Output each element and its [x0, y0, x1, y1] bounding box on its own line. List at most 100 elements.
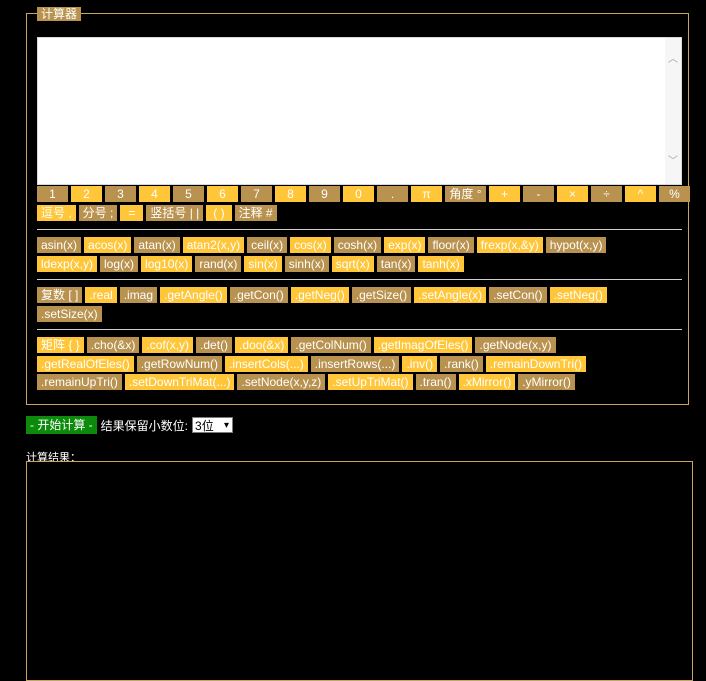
key-dot[interactable]: .	[377, 186, 408, 202]
complex-getcon[interactable]: .getCon()	[229, 287, 288, 303]
complex-imag[interactable]: .imag	[119, 287, 158, 303]
func-atan2[interactable]: atan2(x,y)	[182, 237, 245, 253]
scroll-up-icon[interactable]: ︿	[665, 52, 681, 68]
matrix-setnode[interactable]: .setNode(x,y,z)	[237, 374, 326, 390]
matrix-ymirror[interactable]: .yMirror()	[518, 374, 575, 390]
key-3[interactable]: 3	[105, 186, 136, 202]
decimals-value: 3位	[195, 419, 214, 433]
scrollbar[interactable]: ︿ ﹀	[665, 38, 681, 184]
key-1[interactable]: 1	[37, 186, 68, 202]
func-sinh[interactable]: sinh(x)	[284, 256, 329, 272]
matrix-setuptrimat[interactable]: .setUpTriMat()	[328, 374, 413, 390]
matrix-row-2: .getRealOfEles() .getRowNum() .insertCol…	[37, 356, 589, 372]
func-atan[interactable]: atan(x)	[134, 237, 180, 253]
func-hypot[interactable]: hypot(x,y)	[545, 237, 607, 253]
matrix-tran[interactable]: .tran()	[415, 374, 456, 390]
key-0[interactable]: 0	[343, 186, 374, 202]
key-2[interactable]: 2	[71, 186, 102, 202]
chevron-down-icon: ▾	[223, 420, 230, 431]
key-multiply[interactable]: ×	[557, 186, 588, 202]
key-degree[interactable]: 角度 °	[445, 186, 486, 202]
key-7[interactable]: 7	[241, 186, 272, 202]
key-equals[interactable]: =	[120, 205, 144, 221]
calculator-panel: 计算器 ︿ ﹀ 1 2 3 4 5 6 7 8 9 0 . π 角度 ° + -…	[26, 7, 690, 405]
key-8[interactable]: 8	[275, 186, 306, 202]
decimals-select[interactable]: 3位 ▾	[192, 417, 234, 433]
func-cosh[interactable]: cosh(x)	[333, 237, 382, 253]
result-output	[26, 461, 693, 681]
complex-getsize[interactable]: .getSize()	[351, 287, 412, 303]
key-plus[interactable]: +	[489, 186, 520, 202]
matrix-getrownum[interactable]: .getRowNum()	[136, 356, 223, 372]
matrix-insertcols[interactable]: .insertCols(...)	[225, 356, 308, 372]
key-5[interactable]: 5	[173, 186, 204, 202]
matrix-getrealofeles[interactable]: .getRealOfEles()	[37, 356, 134, 372]
func-sqrt[interactable]: sqrt(x)	[331, 256, 374, 272]
matrix-getnode[interactable]: .getNode(x,y)	[475, 337, 556, 353]
func-tan[interactable]: tan(x)	[376, 256, 416, 272]
key-divide[interactable]: ÷	[591, 186, 622, 202]
func-rand[interactable]: rand(x)	[195, 256, 242, 272]
functions-row-2: ldexp(x,y) log(x) log10(x) rand(x) sin(x…	[37, 256, 467, 272]
matrix-xmirror[interactable]: .xMirror()	[458, 374, 516, 390]
key-4[interactable]: 4	[139, 186, 170, 202]
complex-setsize[interactable]: .setSize(x)	[37, 306, 102, 322]
complex-row-2: .setSize(x)	[37, 306, 105, 322]
matrix-setdowntrimat[interactable]: .setDownTriMat(...)	[124, 374, 235, 390]
matrix-cof[interactable]: .cof(x,y)	[142, 337, 194, 353]
key-6[interactable]: 6	[207, 186, 238, 202]
matrix-remainuptri[interactable]: .remainUpTri()	[37, 374, 122, 390]
func-floor[interactable]: floor(x)	[428, 237, 474, 253]
matrix-inv[interactable]: .inv()	[402, 356, 438, 372]
matrix-row-3: .remainUpTri() .setDownTriMat(...) .setN…	[37, 374, 578, 390]
matrix-insertrows[interactable]: .insertRows(...)	[310, 356, 400, 372]
key-power[interactable]: ^	[625, 186, 656, 202]
func-exp[interactable]: exp(x)	[384, 237, 426, 253]
functions-row-1: asin(x) acos(x) atan(x) atan2(x,y) ceil(…	[37, 237, 609, 253]
key-minus[interactable]: -	[523, 186, 554, 202]
key-comma[interactable]: 逗号 ,	[37, 205, 76, 221]
matrix-rank[interactable]: .rank()	[440, 356, 483, 372]
func-sin[interactable]: sin(x)	[244, 256, 282, 272]
func-frexp[interactable]: frexp(x,&y)	[476, 237, 543, 253]
func-tanh[interactable]: tanh(x)	[418, 256, 464, 272]
matrix-getcolnum[interactable]: .getColNum()	[291, 337, 371, 353]
divider	[37, 229, 682, 230]
complex-getangle[interactable]: .getAngle()	[160, 287, 227, 303]
matrix-cho[interactable]: .cho(&x)	[86, 337, 140, 353]
matrix-det[interactable]: .det()	[196, 337, 233, 353]
controls-bar: - 开始计算 - 结果保留小数位: 3位 ▾	[26, 416, 234, 434]
key-parens[interactable]: ( )	[206, 205, 232, 221]
matrix-doo[interactable]: .doo(&x)	[235, 337, 289, 353]
divider	[37, 329, 682, 330]
complex-label[interactable]: 复数 [ ]	[37, 287, 83, 303]
complex-setneg[interactable]: .setNeg()	[549, 287, 607, 303]
func-log10[interactable]: log10(x)	[141, 256, 193, 272]
start-calculate-button[interactable]: - 开始计算 -	[26, 416, 97, 434]
key-abs-bars[interactable]: 竖括号 | |	[146, 205, 204, 221]
decimals-label: 结果保留小数位:	[100, 418, 189, 433]
complex-row-1: 复数 [ ] .real .imag .getAngle() .getCon()…	[37, 287, 610, 303]
func-ceil[interactable]: ceil(x)	[247, 237, 288, 253]
complex-setangle[interactable]: .setAngle(x)	[414, 287, 487, 303]
func-acos[interactable]: acos(x)	[84, 237, 132, 253]
key-semicolon[interactable]: 分号 ;	[78, 205, 118, 221]
complex-real[interactable]: .real	[85, 287, 117, 303]
func-ldexp[interactable]: ldexp(x,y)	[37, 256, 98, 272]
scroll-down-icon[interactable]: ﹀	[665, 154, 681, 170]
keypad-row-1: 1 2 3 4 5 6 7 8 9 0 . π 角度 ° + - × ÷ ^ %	[37, 186, 693, 202]
matrix-getimagofeles[interactable]: .getImagOfEles()	[373, 337, 473, 353]
matrix-remaindowntri[interactable]: .remainDownTri()	[485, 356, 587, 372]
func-asin[interactable]: asin(x)	[37, 237, 82, 253]
key-pi[interactable]: π	[411, 186, 442, 202]
func-cos[interactable]: cos(x)	[290, 237, 331, 253]
complex-setcon[interactable]: .setCon()	[489, 287, 547, 303]
keypad-row-2: 逗号 , 分号 ; = 竖括号 | | ( ) 注释 #	[37, 205, 280, 221]
complex-getneg[interactable]: .getNeg()	[290, 287, 349, 303]
matrix-label[interactable]: 矩阵 { }	[37, 337, 84, 353]
key-percent[interactable]: %	[659, 186, 690, 202]
expression-input[interactable]: ︿ ﹀	[37, 37, 682, 185]
key-9[interactable]: 9	[309, 186, 340, 202]
key-comment[interactable]: 注释 #	[234, 205, 277, 221]
func-log[interactable]: log(x)	[100, 256, 139, 272]
